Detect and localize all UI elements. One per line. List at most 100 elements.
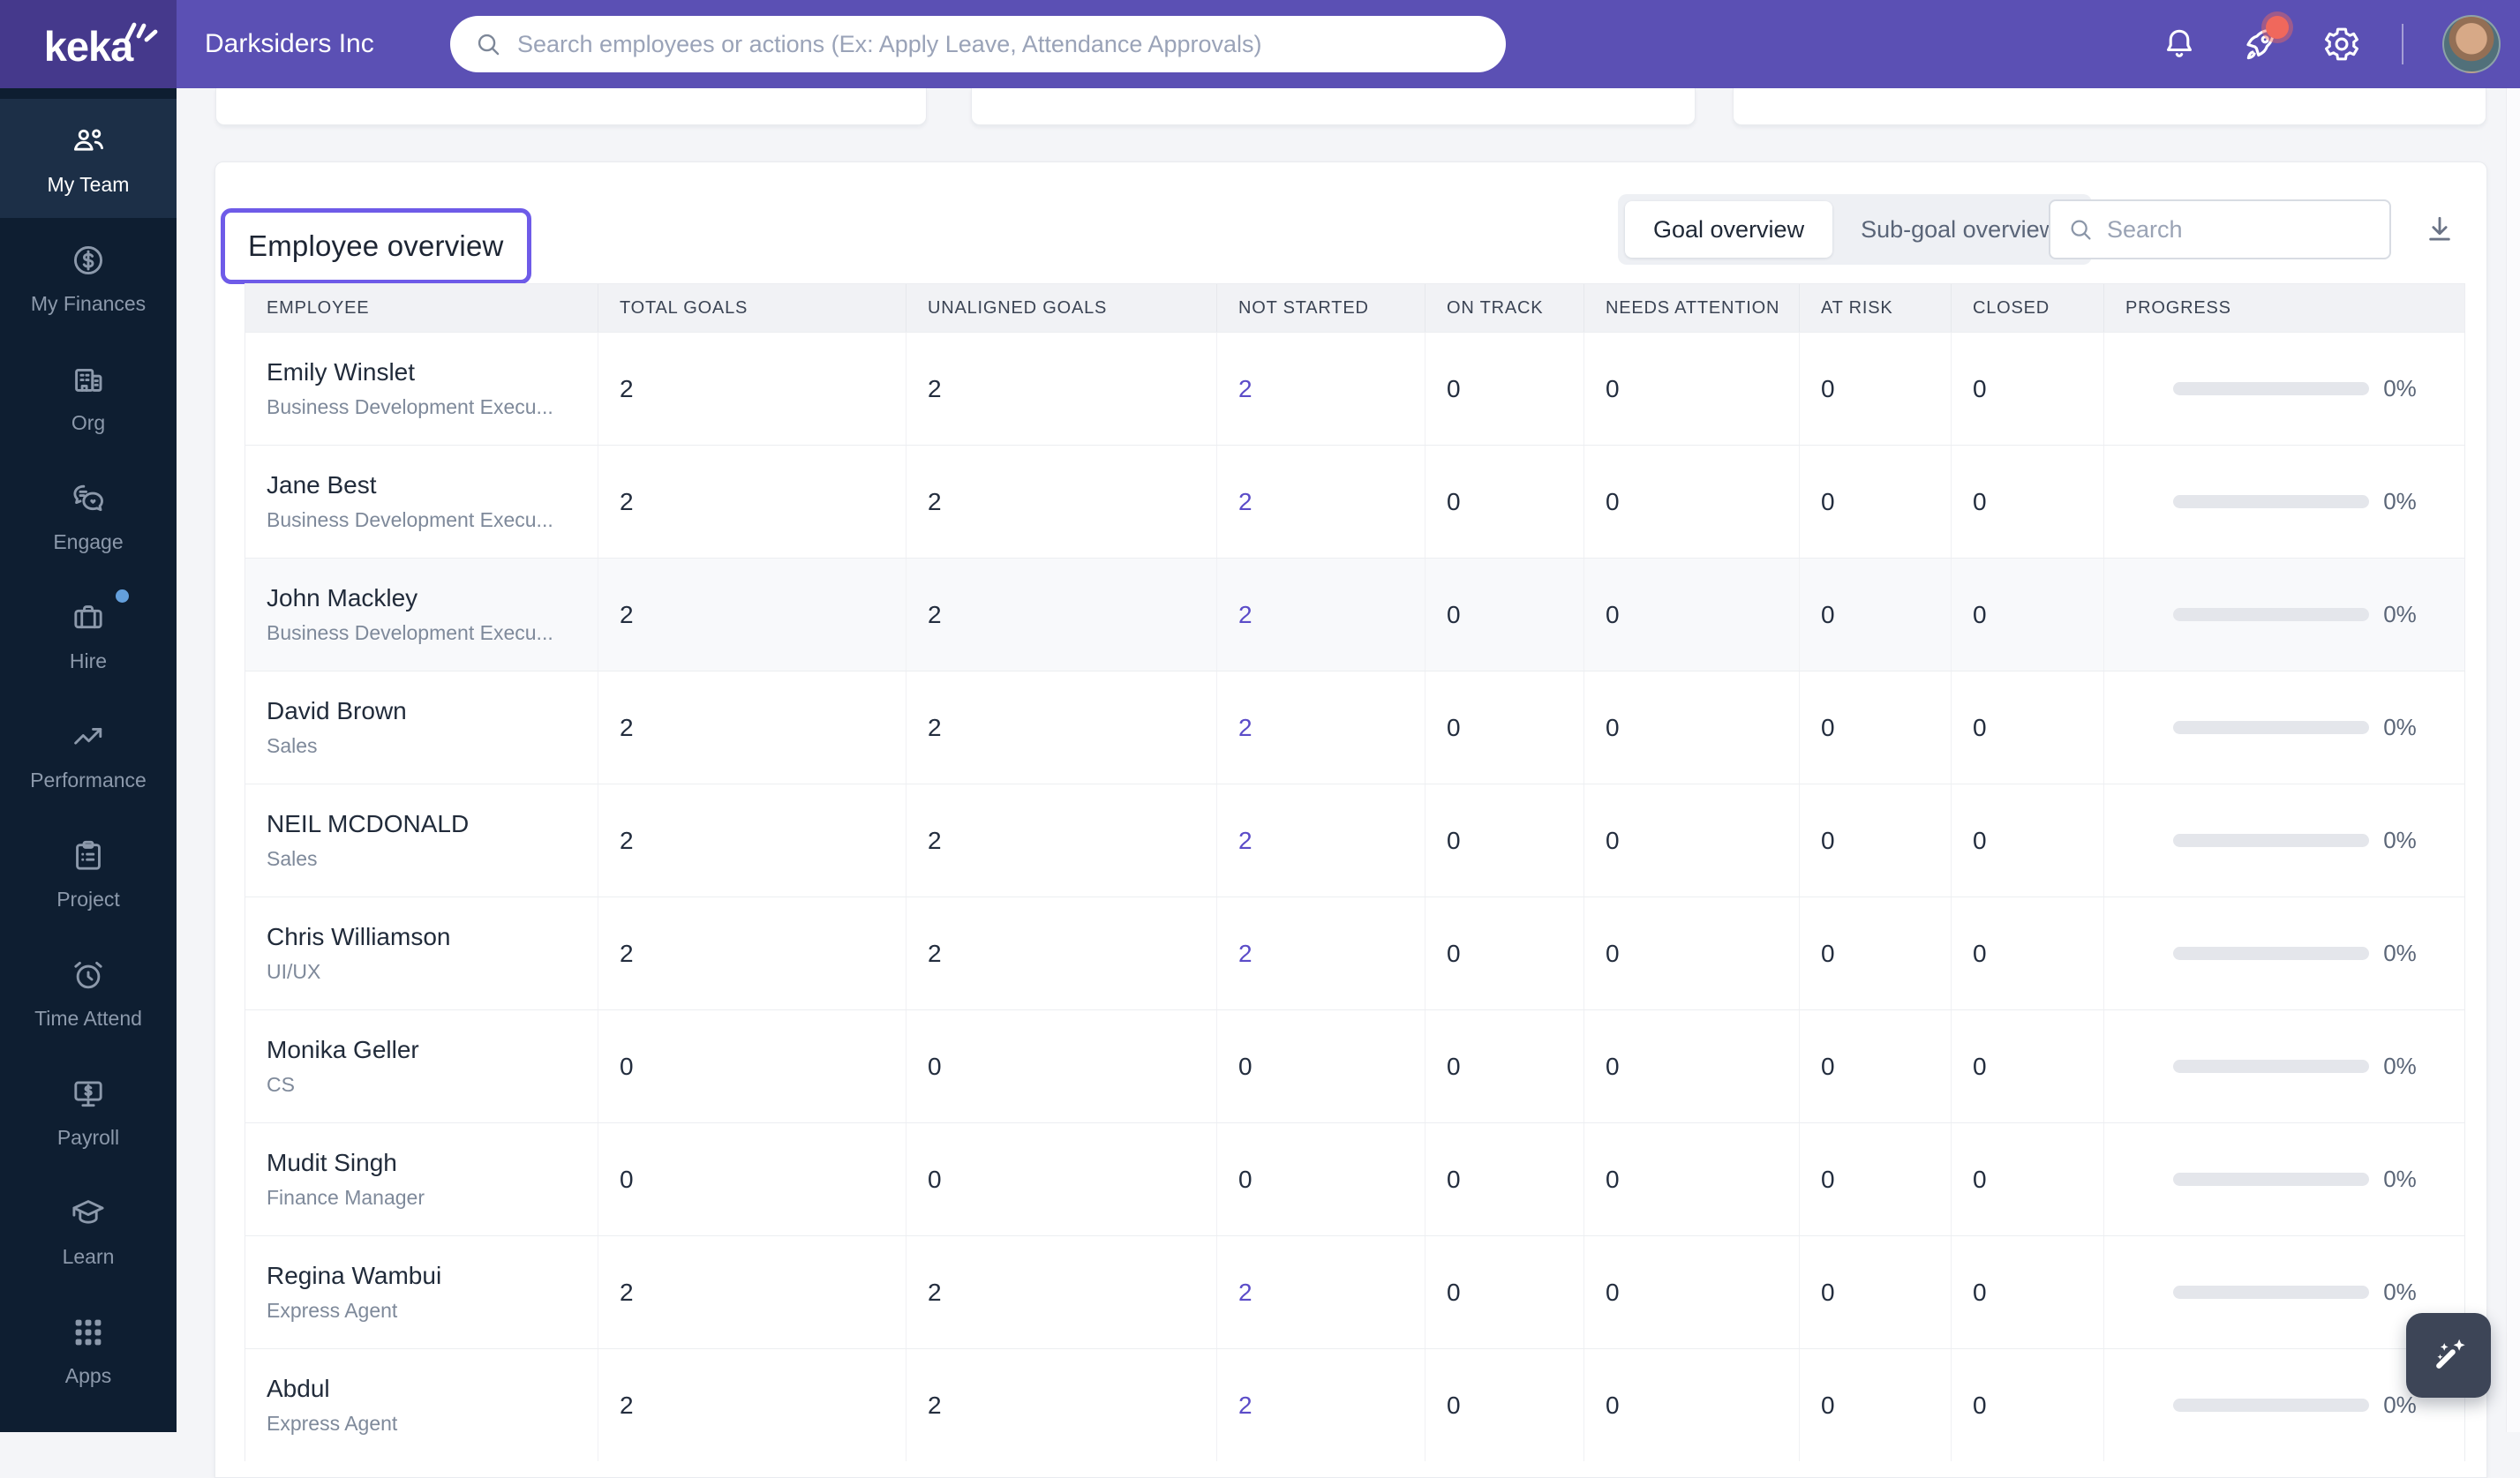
sidebar-item-label: My Team xyxy=(47,172,130,196)
needs-attention-value: 0 xyxy=(1606,1165,1620,1193)
page-scrollbar[interactable] xyxy=(2506,88,2520,1432)
total-value: 0 xyxy=(620,1165,634,1193)
progress-bar xyxy=(2173,1060,2370,1073)
total-cell: 2 xyxy=(598,333,906,445)
table-row[interactable]: Abdul Express Agent 2 2 2 0 0 0 0 0% xyxy=(245,1348,2464,1461)
closed-value: 0 xyxy=(1973,1391,1987,1419)
ai-assistant-fab[interactable] xyxy=(2406,1313,2491,1398)
settings-gear-icon[interactable] xyxy=(2321,23,2363,65)
whats-new-rocket-icon[interactable] xyxy=(2239,16,2289,65)
progress-percent: 0% xyxy=(2383,601,2417,627)
sidebar-item-apps[interactable]: Apps xyxy=(0,1290,177,1409)
sidebar-item-org[interactable]: Org xyxy=(0,337,177,456)
sidebar-item-performance[interactable]: Performance xyxy=(0,694,177,814)
closed-value: 0 xyxy=(1973,1278,1987,1306)
progress-percent: 0% xyxy=(2383,1053,2417,1079)
sidebar-item-label: Engage xyxy=(53,529,124,553)
column-header-unaligned-goals: UNALIGNED GOALS xyxy=(906,284,1217,332)
employee-name: Chris Williamson xyxy=(267,923,451,950)
sidebar-item-hire[interactable]: Hire xyxy=(0,575,177,694)
sidebar-item-label: My Finances xyxy=(30,291,147,315)
total-cell: 2 xyxy=(598,446,906,558)
progress-percent: 0% xyxy=(2383,375,2417,401)
unaligned-cell: 2 xyxy=(906,671,1217,784)
table-row[interactable]: Emily Winslet Business Development Execu.… xyxy=(245,332,2464,445)
not-started-link[interactable]: 2 xyxy=(1238,714,1425,742)
table-row[interactable]: Mudit Singh Finance Manager 0 0 0 0 0 0 0 0% xyxy=(245,1122,2464,1235)
column-header-needs-attention: NEEDS ATTENTION xyxy=(1584,284,1800,332)
sidebar-item-project[interactable]: Project xyxy=(0,814,177,933)
unaligned-value: 0 xyxy=(928,1052,942,1080)
column-header-at-risk: AT RISK xyxy=(1800,284,1952,332)
global-search-input[interactable] xyxy=(517,30,1483,58)
progress-percent: 0% xyxy=(2383,1166,2417,1192)
global-search-bar[interactable] xyxy=(450,16,1506,72)
table-row[interactable]: John Mackley Business Development Execu..… xyxy=(245,558,2464,671)
table-row[interactable]: Chris Williamson UI/UX 2 2 2 0 0 0 0 0% xyxy=(245,897,2464,1009)
summary-card-partial xyxy=(1733,88,2486,125)
user-avatar[interactable] xyxy=(2442,15,2501,73)
closed-cell: 0 xyxy=(1952,1010,2104,1122)
table-row[interactable]: Monika Geller CS 0 0 0 0 0 0 0 0% xyxy=(245,1009,2464,1122)
project-icon xyxy=(68,836,109,876)
on-track-cell: 0 xyxy=(1425,784,1584,897)
table-search-input[interactable] xyxy=(2107,215,2373,244)
closed-cell: 0 xyxy=(1952,1123,2104,1235)
employee-cell: Chris Williamson UI/UX xyxy=(245,897,598,1009)
not-started-link[interactable]: 2 xyxy=(1238,601,1425,629)
on-track-value: 0 xyxy=(1447,939,1461,967)
at-risk-value: 0 xyxy=(1821,1052,1835,1080)
on-track-value: 0 xyxy=(1447,826,1461,854)
sidebar-item-learn[interactable]: Learn xyxy=(0,1171,177,1290)
not-started-link[interactable]: 2 xyxy=(1238,940,1425,968)
keka-logo[interactable]: keka xyxy=(0,0,177,88)
sidebar-item-payroll[interactable]: Payroll xyxy=(0,1052,177,1171)
not-started-link[interactable]: 2 xyxy=(1238,1392,1425,1420)
on-track-cell: 0 xyxy=(1425,333,1584,445)
not-started-link[interactable]: 2 xyxy=(1238,375,1425,403)
needs-attention-cell: 0 xyxy=(1584,897,1800,1009)
tab-goal-overview[interactable]: Goal overview xyxy=(1625,201,1833,258)
on-track-value: 0 xyxy=(1447,1278,1461,1306)
total-value: 2 xyxy=(620,1278,634,1306)
download-icon[interactable] xyxy=(2415,205,2464,254)
sidebar-item-time-attend[interactable]: Time Attend xyxy=(0,933,177,1052)
employee-role: Sales xyxy=(267,847,318,870)
at-risk-cell: 0 xyxy=(1800,671,1952,784)
sidebar-item-my-team[interactable]: My Team xyxy=(0,99,177,218)
not-started-link[interactable]: 2 xyxy=(1238,827,1425,855)
tab-sub-goal-overview[interactable]: Sub-goal overview xyxy=(1832,201,2085,258)
total-cell: 2 xyxy=(598,559,906,671)
sidebar-item-engage[interactable]: Engage xyxy=(0,456,177,575)
employee-cell: Mudit Singh Finance Manager xyxy=(245,1123,598,1235)
notifications-bell-icon[interactable] xyxy=(2158,23,2200,65)
not-started-link[interactable]: 2 xyxy=(1238,488,1425,516)
sidebar-item-my-finances[interactable]: My Finances xyxy=(0,218,177,337)
table-row[interactable]: Jane Best Business Development Execu... 2 2… xyxy=(245,445,2464,558)
employee-name: NEIL MCDONALD xyxy=(267,810,470,837)
at-risk-cell: 0 xyxy=(1800,784,1952,897)
closed-value: 0 xyxy=(1973,939,1987,967)
closed-cell: 0 xyxy=(1952,671,2104,784)
not-started-link[interactable]: 2 xyxy=(1238,1279,1425,1307)
column-header-on-track: ON TRACK xyxy=(1425,284,1584,332)
closed-value: 0 xyxy=(1973,713,1987,741)
not-started-cell: 2 xyxy=(1217,333,1425,445)
employee-name: Regina Wambui xyxy=(267,1262,442,1289)
column-header-progress: PROGRESS xyxy=(2125,297,2231,318)
total-cell: 2 xyxy=(598,671,906,784)
page-title-annotation-box: Employee overview xyxy=(221,208,531,284)
table-row[interactable]: Regina Wambui Express Agent 2 2 2 0 0 0 0 0% xyxy=(245,1235,2464,1348)
on-track-value: 0 xyxy=(1447,600,1461,628)
needs-attention-value: 0 xyxy=(1606,1278,1620,1306)
employee-name: Mudit Singh xyxy=(267,1149,397,1176)
table-row[interactable]: NEIL MCDONALD Sales 2 2 2 0 0 0 0 0% xyxy=(245,784,2464,897)
table-search-box[interactable] xyxy=(2049,199,2391,259)
at-risk-cell: 0 xyxy=(1800,446,1952,558)
employee-name: Emily Winslet xyxy=(267,358,416,386)
progress-cell: 0% xyxy=(2104,784,2464,897)
table-row[interactable]: David Brown Sales 2 2 2 0 0 0 0 0% xyxy=(245,671,2464,784)
progress-percent: 0% xyxy=(2383,1279,2417,1305)
employee-name: Jane Best xyxy=(267,471,377,499)
progress-cell: 0% xyxy=(2104,446,2464,558)
